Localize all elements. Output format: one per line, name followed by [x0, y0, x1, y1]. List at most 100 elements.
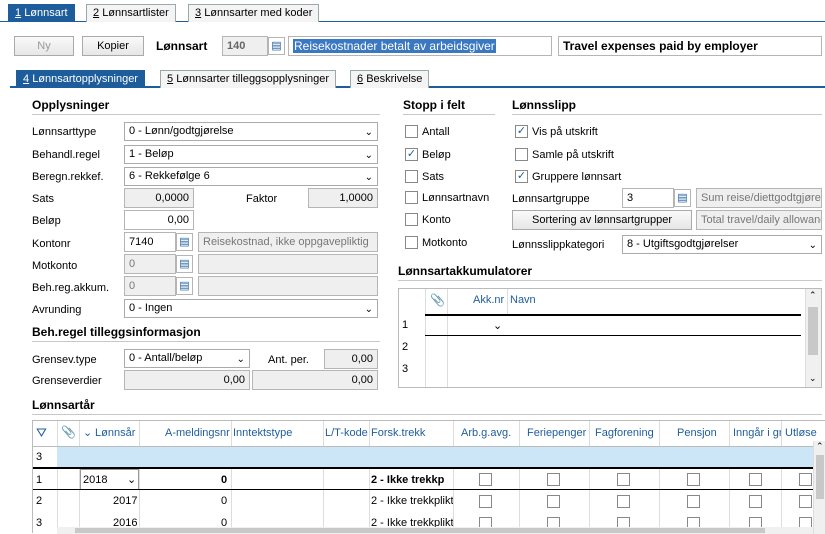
stop-konto-checkbox[interactable] — [405, 213, 418, 226]
filter-icon[interactable]: ⛛ — [36, 425, 47, 441]
per-field[interactable]: 0,00 — [324, 349, 378, 369]
tab-lonnsartopplysninger[interactable]: 4 Lønnsartopplysninger — [16, 70, 145, 88]
stop-heading: Stopp i felt — [403, 98, 465, 112]
lonnsart-label: Lønnsart — [156, 39, 208, 53]
years-col-utlose[interactable]: Utløse — [785, 427, 817, 439]
ferie-checkbox[interactable] — [547, 473, 560, 486]
ferie-checkbox[interactable] — [547, 495, 560, 508]
per-label: Ant. per. — [268, 354, 309, 366]
handling-select[interactable]: 1 - Beløp ⌄ — [124, 145, 378, 164]
limit-field-2[interactable]: 0,00 — [252, 370, 378, 390]
new-button[interactable]: Ny — [14, 36, 74, 56]
accum-field[interactable]: 0 — [124, 276, 176, 296]
tab-tilleggsopplysninger[interactable]: 5 Lønnsarter tilleggsopplysninger — [160, 70, 337, 88]
amount-field[interactable]: 0,00 — [124, 210, 194, 230]
chevron-down-icon[interactable]: ⌄ — [809, 373, 817, 384]
utlose-checkbox[interactable] — [799, 495, 812, 508]
slip-gruppere-checkbox[interactable]: ✓ — [515, 170, 528, 183]
fag-checkbox[interactable] — [617, 495, 630, 508]
type-select[interactable]: 0 - Lønn/godtgjørelse ⌄ — [124, 122, 378, 141]
rate-field[interactable]: 0,0000 — [124, 188, 194, 208]
counter-label: Motkonto — [32, 260, 78, 272]
fag-checkbox[interactable] — [617, 473, 630, 486]
handling-label: Behandl.regel — [32, 149, 100, 161]
limit-type-select[interactable]: 0 - Antall/beløp ⌄ — [124, 349, 250, 368]
calc-select[interactable]: 6 - Rekkefølge 6 ⌄ — [124, 167, 378, 186]
amount-label: Beløp — [32, 215, 61, 227]
pensjon-checkbox[interactable] — [687, 495, 700, 508]
years-col-forsk-trekk[interactable]: Forsk.trekk — [371, 427, 425, 439]
new-row[interactable] — [57, 447, 825, 467]
stop-motkonto-checkbox[interactable] — [405, 236, 418, 249]
account-field[interactable]: 7140 — [124, 232, 176, 252]
lonnsart-name-field[interactable]: Reisekostnader betalt av arbeidsgiver — [288, 36, 552, 56]
lonnsart-name-en-field[interactable]: Travel expenses paid by employer — [558, 36, 822, 56]
tab-lonnsartlister[interactable]: 2 Lønnsartlister — [86, 4, 176, 22]
scroll-thumb[interactable] — [808, 307, 818, 355]
utlose-checkbox[interactable] — [799, 473, 812, 486]
scroll-thumb[interactable] — [816, 455, 824, 499]
tab-lonnsart[interactable]: 1 Lønnsart — [8, 4, 75, 22]
limit-field-1[interactable]: 0,00 — [124, 370, 250, 390]
account-label: Kontonr — [32, 238, 71, 250]
arbg-checkbox[interactable] — [479, 473, 492, 486]
chevron-up-icon[interactable]: ⌃ — [816, 441, 824, 452]
factor-field[interactable]: 1,0000 — [308, 188, 378, 208]
years-col-lt-kode[interactable]: L/T-kode — [325, 427, 368, 439]
years-heading: Lønnsartår — [32, 398, 95, 412]
stop-belop-checkbox[interactable]: ✓ — [405, 148, 418, 161]
inngar-checkbox[interactable] — [749, 495, 762, 508]
years-scrollbar[interactable]: ⌃ — [813, 441, 825, 534]
chevron-down-icon[interactable]: ⌄ — [83, 426, 92, 439]
chevron-up-icon[interactable]: ⌃ — [809, 290, 817, 301]
tab-lonnsarter-med-koder[interactable]: 3 Lønnsarter med koder — [188, 4, 320, 22]
divider — [32, 341, 380, 342]
sort-groups-button[interactable]: Sortering av lønnsartgrupper — [512, 210, 692, 230]
stop-sats-checkbox[interactable] — [405, 170, 418, 183]
chevron-down-icon[interactable]: ⌄ — [493, 319, 502, 332]
accum-row-number: 1 — [402, 319, 409, 331]
years-col-lonnsar[interactable]: Lønnsår — [95, 427, 135, 439]
chevron-down-icon: ⌄ — [364, 150, 373, 161]
inngar-checkbox[interactable] — [749, 473, 762, 486]
accum-lookup-icon[interactable]: ▤ — [176, 277, 193, 295]
years-col-inngar[interactable]: Inngår i gr — [733, 427, 781, 439]
counter-field[interactable]: 0 — [124, 254, 176, 274]
years-col-inntektstype[interactable]: Inntektstype — [233, 427, 292, 439]
years-col-amelding[interactable]: A-meldingsnr — [165, 427, 230, 439]
group-field[interactable]: 3 — [622, 188, 674, 208]
lookup-icon[interactable]: ▤ — [268, 37, 285, 55]
rounding-select[interactable]: 0 - Ingen ⌄ — [124, 299, 378, 318]
stop-navn-checkbox[interactable] — [405, 191, 418, 204]
sub-tab-bar: 4 Lønnsartopplysninger 5 Lønnsarter till… — [10, 70, 825, 88]
limit-type-label: Grensev.type — [32, 354, 97, 366]
arbg-checkbox[interactable] — [479, 495, 492, 508]
scroll-thumb[interactable] — [75, 528, 765, 533]
slip-heading: Lønnsslipp — [512, 98, 576, 112]
counter-lookup-icon[interactable]: ▤ — [176, 255, 193, 273]
lonnsart-code-field[interactable]: 140 — [222, 36, 268, 56]
year-select[interactable]: 2018 ⌄ — [80, 469, 139, 490]
years-col-arbg-avg[interactable]: Arb.g.avg. — [461, 427, 511, 439]
tab-beskrivelse[interactable]: 6 Beskrivelse — [350, 70, 430, 88]
account-lookup-icon[interactable]: ▤ — [176, 233, 193, 251]
divider — [32, 414, 822, 415]
divider — [512, 114, 822, 115]
paperclip-icon: 📎 — [61, 425, 76, 439]
stop-antall-checkbox[interactable] — [405, 125, 418, 138]
slip-vis-checkbox[interactable]: ✓ — [515, 125, 528, 138]
years-col-pensjon[interactable]: Pensjon — [677, 427, 717, 439]
category-select[interactable]: 8 - Utgiftsgodtgjørelser ⌄ — [622, 235, 822, 254]
accum-col-name[interactable]: Navn — [510, 294, 536, 306]
years-grid: ⛛ 📎 ⌄ Lønnsår A-meldingsnr Inntektstype … — [32, 420, 825, 534]
slip-samle-checkbox[interactable] — [515, 148, 528, 161]
years-col-feriepenger[interactable]: Feriepenger — [527, 427, 586, 439]
years-col-fagforening[interactable]: Fagforening — [595, 427, 654, 439]
group-lookup-icon[interactable]: ▤ — [674, 189, 691, 207]
accum-col-nr[interactable]: Akk.nr — [473, 294, 504, 306]
top-tab-bar: 1 Lønnsart 2 Lønnsartlister 3 Lønnsarter… — [0, 0, 825, 22]
pensjon-checkbox[interactable] — [687, 473, 700, 486]
copy-button[interactable]: Kopier — [82, 36, 144, 56]
accum-scrollbar[interactable]: ⌃ ⌄ — [805, 289, 821, 387]
group-desc-field: Sum reise/diettgodtgjørelse — [696, 188, 822, 208]
